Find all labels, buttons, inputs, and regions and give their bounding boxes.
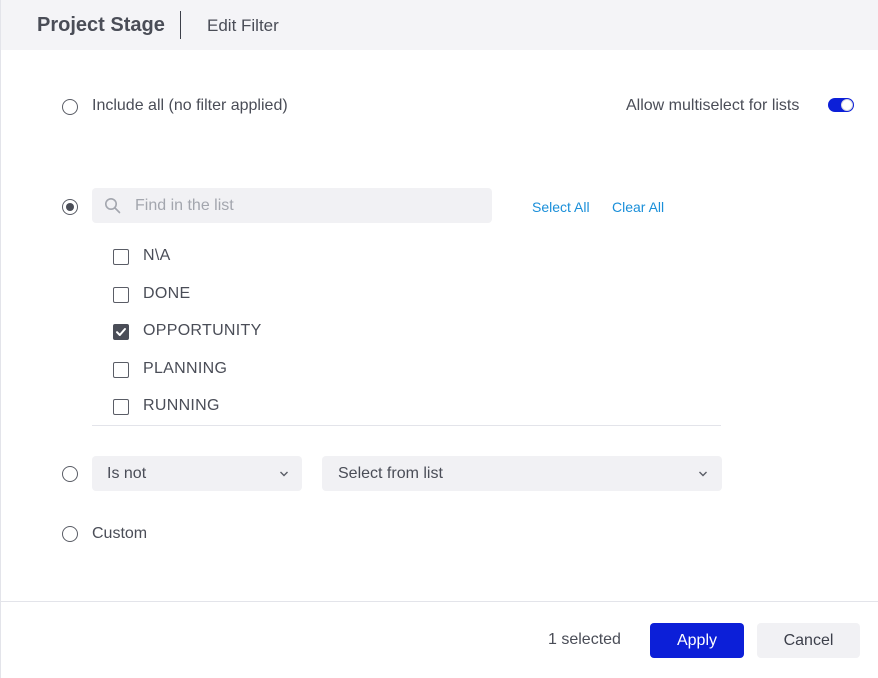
- chevron-down-icon: [280, 471, 288, 477]
- item-checkbox[interactable]: [113, 399, 129, 415]
- item-checkbox[interactable]: [113, 324, 129, 340]
- item-label: RUNNING: [143, 397, 220, 414]
- item-label: OPPORTUNITY: [143, 322, 262, 339]
- chevron-down-icon: [699, 471, 707, 477]
- operator-select[interactable]: Is not: [92, 456, 302, 491]
- value-select-placeholder: Select from list: [338, 465, 443, 482]
- custom-radio[interactable]: [62, 526, 78, 542]
- search-placeholder: Find in the list: [135, 197, 234, 214]
- list-item[interactable]: DONE: [112, 284, 412, 306]
- header-divider: [180, 11, 181, 39]
- edit-filter-dialog: Project Stage Edit Filter Include all (n…: [0, 0, 878, 678]
- item-checkbox[interactable]: [113, 361, 129, 378]
- multiselect-label: Allow multiselect for lists: [626, 97, 800, 114]
- list-select-radio[interactable]: [62, 199, 78, 215]
- item-label: DONE: [143, 284, 191, 302]
- clear-all-link[interactable]: Clear All: [612, 199, 664, 215]
- apply-button[interactable]: Apply: [650, 623, 744, 658]
- toggle-knob: [841, 99, 853, 111]
- list-item[interactable]: RUNNING: [112, 396, 412, 418]
- footer-divider: [1, 601, 878, 602]
- operator-value: Is not: [107, 465, 147, 482]
- checkmark-icon: [116, 328, 126, 336]
- list-search-input[interactable]: Find in the list: [92, 188, 492, 223]
- cancel-button[interactable]: Cancel: [757, 623, 860, 658]
- item-checkbox[interactable]: [113, 286, 129, 303]
- condition-radio[interactable]: [62, 466, 78, 482]
- list-item[interactable]: OPPORTUNITY: [112, 321, 412, 343]
- include-all-label: Include all (no filter applied): [92, 97, 288, 114]
- item-label: N\A: [143, 247, 171, 264]
- select-all-link[interactable]: Select All: [532, 199, 590, 215]
- dialog-header: Project Stage Edit Filter: [1, 0, 878, 50]
- list-item[interactable]: N\A: [112, 246, 412, 268]
- list-divider: [92, 425, 721, 426]
- selected-count: 1 selected: [548, 631, 621, 648]
- value-select[interactable]: Select from list: [322, 456, 722, 491]
- item-label: PLANNING: [143, 359, 228, 377]
- dialog-title: Project Stage: [37, 14, 165, 36]
- list-item[interactable]: PLANNING: [112, 359, 412, 381]
- multiselect-toggle[interactable]: [828, 98, 854, 112]
- dialog-subtitle: Edit Filter: [207, 16, 279, 35]
- item-checkbox[interactable]: [113, 249, 129, 265]
- include-all-radio[interactable]: [62, 99, 78, 115]
- search-icon: [105, 198, 121, 214]
- custom-label: Custom: [92, 525, 148, 542]
